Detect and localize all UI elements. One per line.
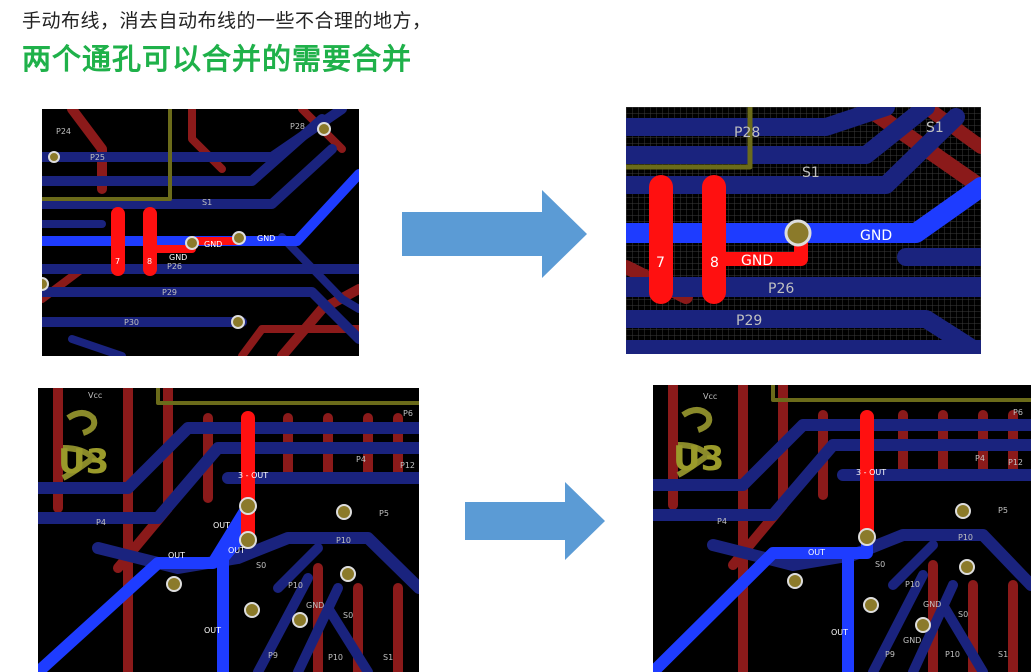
net-label: S1 [383,653,393,662]
pad-label: 8 [147,257,152,266]
net-label: S0 [256,561,266,570]
net-label: P25 [90,153,105,162]
net-label: P5 [998,506,1008,515]
net-label: S1 [202,198,212,207]
net-label: P5 [379,509,389,518]
net-label: GND [903,636,921,645]
pcb-view-before-1: P24 P25 P28 S1 P26 P29 P30 GND GND GND 7… [42,109,359,356]
net-label: P30 [124,318,139,327]
net-label: GND [741,253,773,269]
pad-label: 7 [115,257,120,266]
pcb-panel-bottom-left: Vcc P6 P12 P4 P4 P5 P10 S0 P10 GND S0 P9… [38,388,419,672]
net-label: 3 - OUT [856,468,886,477]
net-label: P10 [328,653,343,662]
net-label: OUT [213,521,230,530]
pcb-panel-top-left: P24 P25 P28 S1 P26 P29 P30 GND GND GND 7… [42,109,359,356]
net-label: P10 [336,536,351,545]
net-label: P9 [885,650,895,659]
net-label: GND [257,234,275,243]
net-label: S0 [343,611,353,620]
right-arrow-icon [402,190,587,278]
net-label: OUT [168,551,185,560]
net-label: GND [169,253,187,262]
net-label: Vcc [88,391,102,400]
net-label: P4 [975,454,985,463]
pad-label: 8 [710,255,719,271]
instruction-line-1: 手动布线，消去自动布线的一些不合理的地方， [22,10,432,32]
net-label: P28 [734,125,760,141]
net-label: P4 [717,517,727,526]
net-label: P29 [736,313,762,329]
net-label: S0 [958,610,968,619]
net-label: S1 [998,650,1008,659]
component-designator: U3 [58,442,109,482]
net-label: GND [923,600,941,609]
net-label: OUT [831,628,848,637]
net-label: Vcc [703,392,717,401]
net-label: P10 [945,650,960,659]
pcb-view-after-2: Vcc P6 P12 P4 P4 P5 P10 S0 P10 GND S0 P9… [653,385,1031,672]
pcb-view-after-1: P28 S1 P26 P29 S1 GND GND 7 8 [626,107,981,354]
net-label: P10 [288,581,303,590]
component-designator: U3 [673,439,724,479]
right-arrow-icon [465,482,605,560]
net-label: GND [306,601,324,610]
net-label: P26 [768,281,794,297]
net-label: P24 [56,127,71,136]
net-label: P28 [290,122,305,131]
net-label: P10 [958,533,973,542]
net-label: P6 [1013,408,1023,417]
net-label: OUT [228,546,245,555]
net-label: P4 [356,455,366,464]
net-label: P6 [403,409,413,418]
net-label: GND [860,228,892,244]
pcb-view-before-2: Vcc P6 P12 P4 P4 P5 P10 S0 P10 GND S0 P9… [38,388,419,672]
net-label: GND [204,240,222,249]
net-label: OUT [808,548,825,557]
net-label: P9 [268,651,278,660]
net-label: OUT [204,626,221,635]
net-label: P29 [162,288,177,297]
net-label: P12 [400,461,415,470]
net-label: 3 - OUT [238,471,268,480]
net-label: P4 [96,518,106,527]
net-label: P10 [905,580,920,589]
pcb-panel-bottom-right: Vcc P6 P12 P4 P4 P5 P10 S0 P10 GND S0 P9… [653,385,1031,672]
pad-label: 7 [656,255,665,271]
instruction-line-2: 两个通孔可以合并的需要合并 [22,42,413,76]
net-label: S0 [875,560,885,569]
net-label: P12 [1008,458,1023,467]
pcb-panel-top-right: P28 S1 P26 P29 S1 GND GND 7 8 [626,107,981,354]
net-label: P26 [167,262,182,271]
net-label: S1 [926,120,944,136]
net-label: S1 [802,165,820,181]
